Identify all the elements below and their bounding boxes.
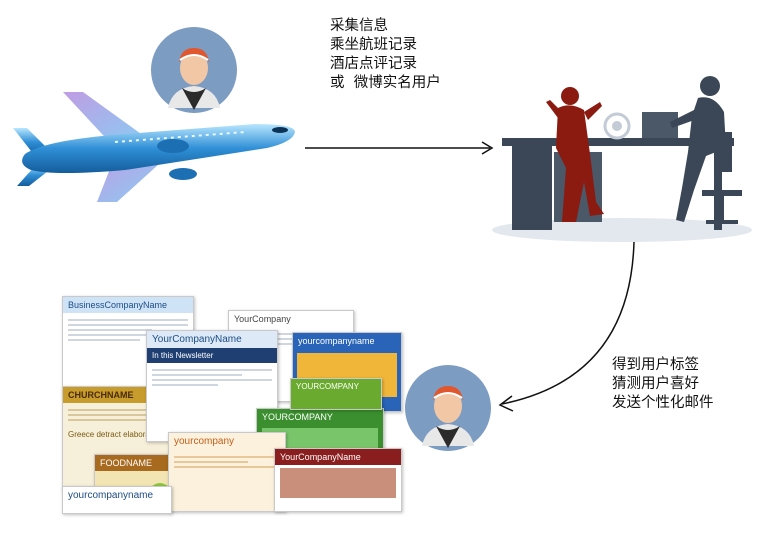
newsletter-title: yourcompany (174, 436, 235, 447)
user-avatar-icon-2 (405, 365, 491, 451)
newsletter-title: BusinessCompanyName (63, 297, 193, 313)
newsletter-title: yourcompanyname (68, 490, 154, 501)
result-line-2: 猜测用户喜好 (612, 376, 699, 392)
newsletter-title: FOODNAME (95, 455, 175, 471)
newsletter-orange: yourcompany (168, 432, 286, 512)
newsletter-title: YourCompanyName (275, 449, 401, 465)
newsletter-title: YourCompanyName (147, 331, 277, 348)
collection-info-line-2: 乘坐航班记录 (330, 37, 417, 53)
newsletter-title: YOURCOMPANY (296, 382, 359, 391)
result-line-3: 发送个性化邮件 (612, 395, 714, 411)
newsletter-small-green: YOURCOMPANY (290, 378, 382, 410)
newsletter-red: YourCompanyName (274, 448, 402, 512)
office-desk-icon (492, 76, 752, 242)
collection-info-line-1: 采集信息 (330, 18, 388, 34)
result-line-1: 得到用户标签 (612, 357, 699, 373)
arrow-right (305, 141, 494, 155)
airplane-icon (13, 92, 295, 202)
newsletter-bottom: yourcompanyname (62, 486, 172, 514)
newsletter-title: yourcompanyname (298, 336, 375, 346)
newsletter-title: YOURCOMPANY (262, 412, 333, 422)
collection-info-line-4: 或 微博实名用户 (330, 75, 441, 91)
collection-info-line-3: 酒店点评记录 (330, 56, 417, 72)
newsletter-section: In this Newsletter (147, 348, 277, 363)
newsletter-title: YourCompany (234, 314, 291, 324)
